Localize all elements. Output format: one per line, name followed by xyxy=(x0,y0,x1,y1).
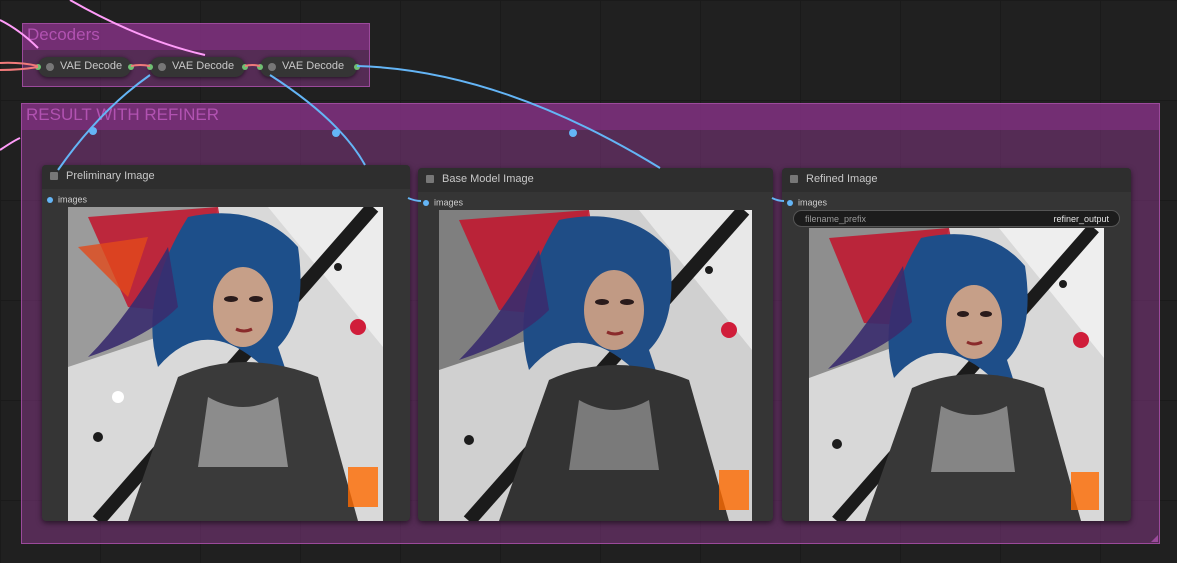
node-status-icon xyxy=(46,63,54,71)
input-dot-icon xyxy=(787,199,793,206)
node-preliminary-image[interactable]: Preliminary Image images xyxy=(42,165,410,521)
vae-decode-node-1[interactable]: VAE Decode xyxy=(35,57,134,77)
node-title: Base Model Image xyxy=(442,173,534,185)
warrior-portrait-image xyxy=(68,207,383,521)
node-title: VAE Decode xyxy=(172,60,235,72)
node-status-icon xyxy=(158,63,166,71)
warrior-portrait-image xyxy=(809,228,1104,521)
group-title-result[interactable]: RESULT WITH REFINER xyxy=(26,105,219,125)
input-dot-icon xyxy=(47,196,53,203)
warrior-portrait-image xyxy=(439,210,752,521)
group-resize-handle[interactable] xyxy=(1151,535,1158,542)
widget-label: filename_prefix xyxy=(805,214,867,224)
node-status-icon xyxy=(268,63,276,71)
vae-decode-node-2[interactable]: VAE Decode xyxy=(147,57,248,77)
node-title: VAE Decode xyxy=(282,60,345,72)
filename-prefix-widget[interactable]: filename_prefix refiner_output xyxy=(793,210,1120,227)
input-slot-images[interactable]: images xyxy=(787,197,827,208)
input-dot-icon xyxy=(423,199,429,206)
node-refined-image[interactable]: Refined Image images filename_prefix ref… xyxy=(782,168,1131,521)
output-slot-icon[interactable] xyxy=(128,64,134,70)
widget-value: refiner_output xyxy=(1053,214,1109,224)
slot-label: images xyxy=(434,197,464,208)
node-base-model-image[interactable]: Base Model Image images xyxy=(418,168,773,521)
image-preview[interactable] xyxy=(439,210,752,521)
image-preview[interactable] xyxy=(809,228,1104,521)
group-decoders[interactable]: Decoders xyxy=(22,23,370,87)
node-title: Preliminary Image xyxy=(66,170,155,182)
input-slot-images[interactable]: images xyxy=(423,197,463,208)
slot-label: images xyxy=(58,194,88,205)
input-slot-icon[interactable] xyxy=(257,64,263,70)
node-title: Refined Image xyxy=(806,173,878,185)
vae-decode-node-3[interactable]: VAE Decode xyxy=(257,57,360,77)
input-slot-icon[interactable] xyxy=(147,64,153,70)
group-title-decoders[interactable]: Decoders xyxy=(27,25,100,45)
collapse-toggle-icon[interactable] xyxy=(790,175,798,183)
collapse-toggle-icon[interactable] xyxy=(50,172,58,180)
input-slot-icon[interactable] xyxy=(35,64,41,70)
slot-label: images xyxy=(798,197,828,208)
input-slot-images[interactable]: images xyxy=(47,194,87,205)
output-slot-icon[interactable] xyxy=(242,64,248,70)
node-title: VAE Decode xyxy=(60,60,123,72)
output-slot-icon[interactable] xyxy=(354,64,360,70)
collapse-toggle-icon[interactable] xyxy=(426,175,434,183)
image-preview[interactable] xyxy=(68,207,383,521)
